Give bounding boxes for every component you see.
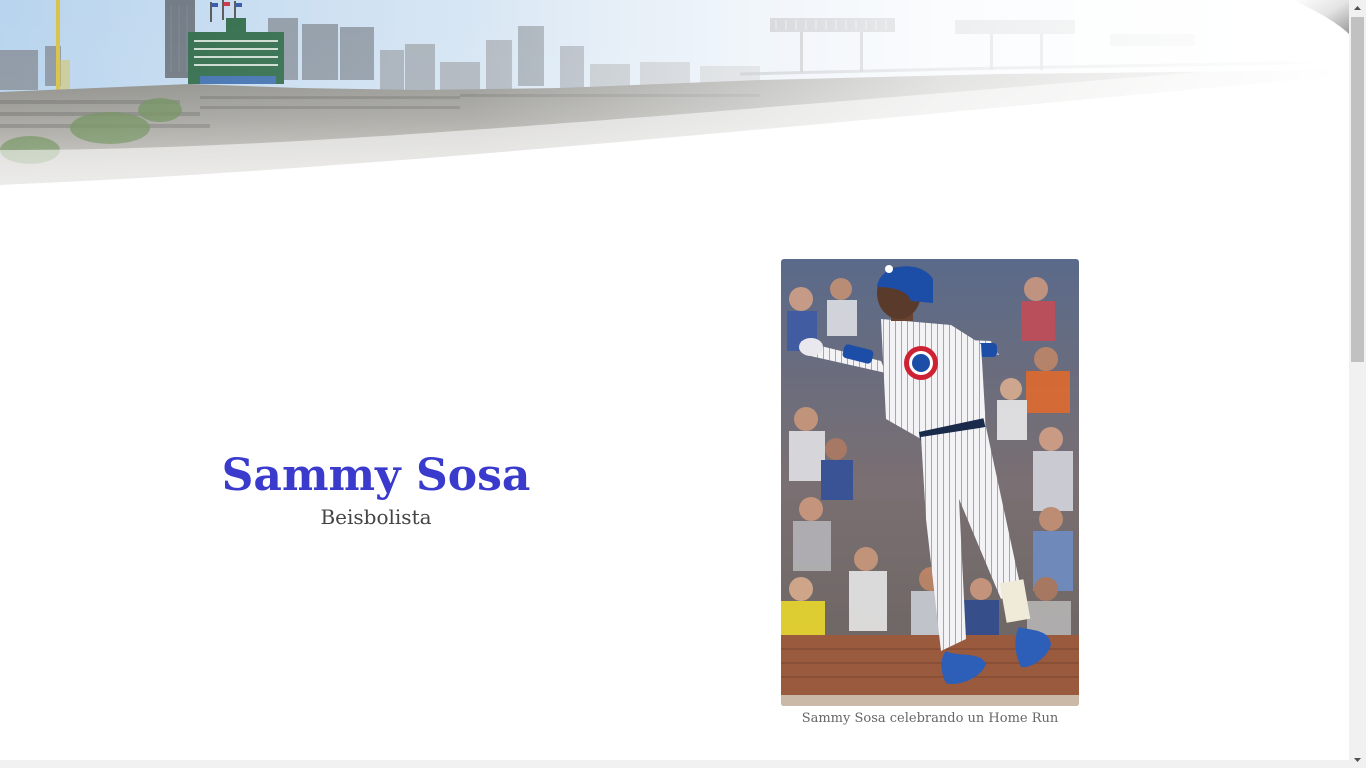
page-curl-decoration — [1293, 0, 1349, 34]
hero-heading: Sammy Sosa Beisbolista — [200, 448, 552, 530]
vertical-scrollbar[interactable] — [1349, 0, 1366, 768]
stadium-banner-image — [0, 0, 1349, 215]
vertical-scrollbar-thumb[interactable] — [1351, 17, 1364, 362]
photo-caption: Sammy Sosa celebrando un Home Run — [801, 711, 1059, 726]
photo-figure: Sammy Sosa celebrando un Home Run — [781, 259, 1079, 726]
sammy-sosa-photo — [781, 259, 1079, 706]
stadium-banner — [0, 0, 1349, 215]
horizontal-scrollbar[interactable] — [0, 760, 1349, 768]
scroll-down-arrow-icon[interactable] — [1349, 751, 1366, 768]
person-name: Sammy Sosa — [221, 450, 531, 501]
scroll-up-arrow-icon[interactable] — [1349, 0, 1366, 17]
page: Sammy Sosa Beisbolista Sammy Sosa celebr… — [0, 0, 1349, 760]
person-role: Beisbolista — [320, 505, 432, 529]
